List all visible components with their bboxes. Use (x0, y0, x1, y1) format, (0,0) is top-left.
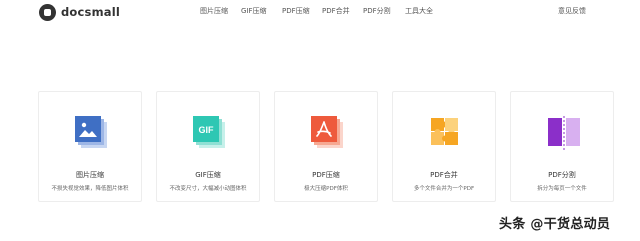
card-description: 多个文件合并为一个PDF (413, 186, 475, 192)
tool-card-pdf-compress[interactable]: PDF压缩 极大压缩PDF体积 (274, 91, 378, 202)
card-description: 极大压缩PDF体积 (304, 186, 348, 192)
tool-card-pdf-merge[interactable]: PDF合并 多个文件合并为一个PDF (392, 91, 496, 202)
card-title: PDF分割 (548, 171, 576, 179)
logo[interactable]: docsmall (39, 3, 120, 21)
nav-pdf-split[interactable]: PDF分割 (363, 6, 391, 16)
top-navigation-bar: docsmall 图片压缩 GIF压缩 PDF压缩 PDF合并 PDF分割 工具… (0, 0, 640, 24)
card-title: GIF压缩 (195, 171, 221, 179)
nav-pdf-merge[interactable]: PDF合并 (322, 6, 350, 16)
card-description: 拆分为每页一个文件 (537, 186, 587, 192)
logo-text: docsmall (61, 5, 121, 19)
card-title: 图片压缩 (76, 171, 104, 179)
pdf-icon (311, 116, 343, 148)
watermark-text: 头条 @干货总动员 (499, 217, 611, 232)
image-icon (75, 116, 107, 148)
tool-card-image-compress[interactable]: 图片压缩 不损失视觉效果，降低图片体积 (38, 91, 142, 202)
feedback-link[interactable]: 意见反馈 (558, 6, 586, 16)
split-icon (548, 116, 580, 150)
nav-all-tools[interactable]: 工具大全 (405, 6, 433, 16)
card-description: 不损失视觉效果，降低图片体积 (51, 186, 129, 192)
nav-gif-compress[interactable]: GIF压缩 (241, 6, 267, 16)
logo-icon (39, 3, 56, 21)
nav-pdf-compress[interactable]: PDF压缩 (282, 6, 310, 16)
tool-card-gif-compress[interactable]: GIF GIF压缩 不改变尺寸，大幅减小动图体积 (156, 91, 260, 202)
card-title: PDF压缩 (312, 171, 340, 179)
tool-card-pdf-split[interactable]: PDF分割 拆分为每页一个文件 (510, 91, 614, 202)
nav-image-compress[interactable]: 图片压缩 (200, 6, 228, 16)
card-description: 不改变尺寸，大幅减小动图体积 (169, 186, 247, 192)
gif-icon: GIF (193, 116, 225, 148)
puzzle-icon (431, 118, 458, 145)
card-title: PDF合并 (430, 171, 458, 179)
gif-icon-label: GIF (199, 125, 215, 135)
